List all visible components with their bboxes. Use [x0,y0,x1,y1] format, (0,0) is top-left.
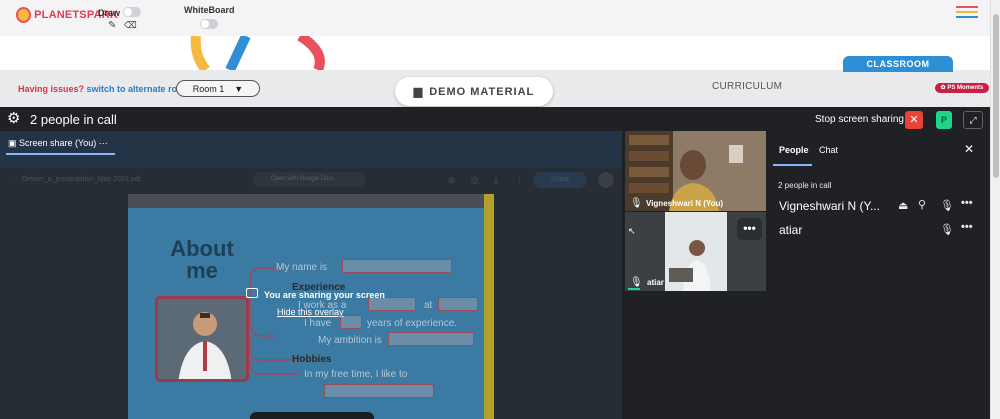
curriculum-tab[interactable]: CURRICULUM [712,81,782,92]
folder-icon: ▆ [413,86,424,98]
participant-name-atiar: atiar [779,223,803,237]
switch-room-link[interactable]: switch to alternate room [87,84,191,94]
decorative-arcs [190,36,325,70]
tab-screen-share[interactable]: ▣ Screen share (You) ⋯ [8,138,108,149]
draw-toggle[interactable] [123,7,141,17]
tile-name-self: Vigneshwari N (You) [646,199,724,208]
mic-icon: 🎙 [630,198,643,209]
more-options-icon[interactable]: ⋯ [96,138,108,148]
scrollbar-thumb[interactable] [993,14,999,178]
tile-name-atiar: atiar [647,278,664,287]
more-options-icon[interactable]: ••• [961,221,973,233]
stop-sharing-button[interactable]: ✕ [905,111,923,129]
presenter-photo [155,296,249,382]
slide-blank [340,315,362,329]
open-with-label: Open with Google Docs [271,176,335,182]
person-silhouette-icon [178,312,232,379]
sharing-overlay-title: You are sharing your screen [264,290,385,300]
slide-line-name: My name is [276,262,328,273]
more-options-icon[interactable]: ••• [961,197,973,209]
avatar[interactable] [598,172,614,188]
mic-icon[interactable]: 🎙 [940,223,954,236]
ps-moments-button[interactable]: ✿ PS Moments [935,83,989,93]
print-icon[interactable]: ⎙ [471,175,478,186]
hamburger-icon[interactable] [956,6,978,20]
add-comment-icon[interactable]: ⊕ [448,175,456,186]
logo-mark-icon [16,7,32,23]
document-name: Deliver_a_presentation_May 2023.pdf [22,176,141,183]
open-with-google-docs-button[interactable]: Open with Google Docs [253,172,365,187]
people-in-call-title: 2 people in call [30,112,117,127]
demo-material-label: DEMO MATERIAL [429,85,535,98]
stop-sharing-label: Stop screen sharing [815,114,904,125]
screen-share-tab-label: Screen share (You) [19,138,97,148]
screen-share-overlay-icon [246,288,258,298]
tab-underline [773,164,812,166]
slide-title-line1: About [170,236,234,261]
people-panel [767,131,990,419]
cursor-icon: ↖ [628,226,636,236]
download-icon[interactable]: ⤓ [494,175,498,186]
tab-chat[interactable]: Chat [819,145,838,155]
room-select-value: Room 1 [192,83,225,94]
kebab-icon[interactable]: ⋮ [515,175,524,186]
slide-blank [438,297,478,311]
issue-notice: Having issues? switch to alternate room [18,84,191,94]
screen-icon: ▣ [8,138,20,148]
mic-icon: 🎙 [630,277,643,288]
slide-blank [342,259,452,273]
hide-overlay-link[interactable]: Hide this overlay [277,307,344,317]
draw-label: Draw [98,8,121,18]
slide-blank [388,332,474,346]
decorative-banner [0,36,990,70]
tile-more-options-icon[interactable]: ••• [737,218,762,240]
audio-level-indicator [628,288,640,290]
slide-line-years-b: years of experience. [367,318,458,329]
room-select[interactable]: Room 1 ▼ [176,80,260,97]
slide-blank [324,384,434,398]
participant-name-self: Vigneshwari N (Y... [779,199,880,213]
close-panel-icon[interactable]: ✕ [964,142,974,156]
slide-line-ambition: My ambition is [318,335,382,346]
slide-accent-bar [484,194,494,419]
tab-people[interactable]: People [779,145,809,155]
top-header [0,0,990,36]
share-button[interactable]: Share [533,172,587,188]
presenting-icon: ⏏ [898,200,909,212]
demo-material-button[interactable]: ▆ DEMO MATERIAL [395,77,553,106]
page-control-bar[interactable] [250,412,374,419]
slide-line-years-a: I have [304,318,332,329]
share-label: Share [550,176,570,183]
pdf-icon: ▪ [9,176,12,183]
slide-header-strip [128,194,494,208]
gear-icon[interactable]: ⚙ [7,111,23,127]
people-count: 2 people in call [778,181,832,190]
fullscreen-icon[interactable]: ⤢ [963,111,983,129]
page-scrollbar[interactable] [990,0,1000,419]
slide-hobbies: Hobbies [292,354,332,365]
slide-line-at: at [424,300,433,311]
pin-person-icon[interactable]: ⚲ [918,198,926,211]
close-icon: ✕ [909,114,919,126]
classroom-tab[interactable]: CLASSROOM [843,56,953,72]
participant-badge[interactable]: P [936,111,952,129]
ps-moments-label: PS Moments [947,85,984,91]
slide-line-free: In my free time, I like to [304,369,408,380]
mic-icon[interactable]: 🎙 [940,199,954,212]
whiteboard-toggle[interactable] [200,19,218,29]
whiteboard-label: WhiteBoard [184,5,235,15]
tab-underline [6,153,115,155]
eraser-icon[interactable]: ⌫ [124,20,137,31]
dropdown-caret-icon: ▼ [234,83,244,94]
pencil-icon[interactable]: ✎ [108,20,116,31]
issue-text: Having issues? [18,84,85,94]
